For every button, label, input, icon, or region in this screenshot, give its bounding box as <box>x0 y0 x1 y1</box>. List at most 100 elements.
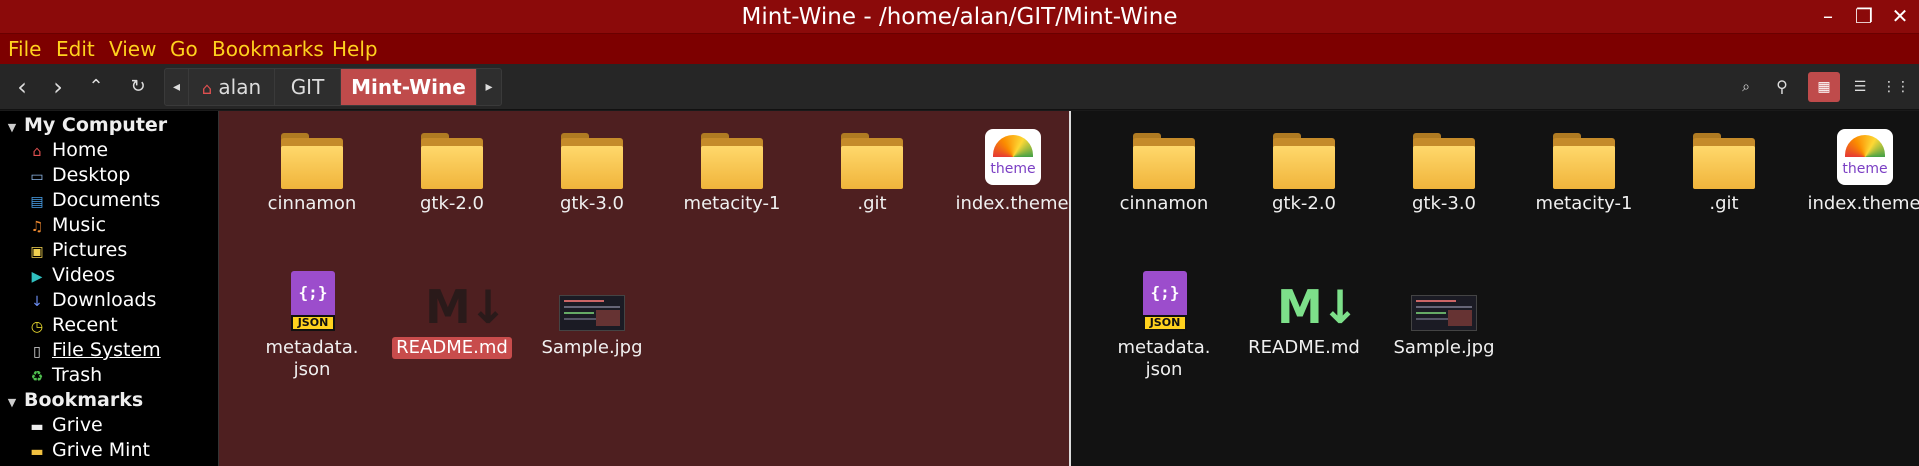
file-item[interactable]: gtk-2.0 <box>1239 127 1369 215</box>
trash-icon: ♻ <box>30 369 44 385</box>
file-name: gtk-2.0 <box>1271 193 1337 214</box>
file-item[interactable]: theme index.theme <box>947 127 1077 215</box>
menu-file[interactable]: File <box>8 34 41 64</box>
breadcrumb-prev-icon[interactable]: ◂ <box>165 69 189 105</box>
sidebar-item-file-system[interactable]: ▯ File System <box>26 338 161 363</box>
file-item[interactable]: gtk-2.0 <box>387 127 517 215</box>
sidebar-item-downloads[interactable]: ↓ Downloads <box>26 288 156 313</box>
file-manager-window: Mint-Wine - /home/alan/GIT/Mint-Wine – ❐… <box>0 0 1919 466</box>
menu-help[interactable]: Help <box>332 34 378 64</box>
sidebar-item-music[interactable]: ♫ Music <box>26 213 106 238</box>
sidebar: ▼ My Computer ⌂ Home ▭ Desktop ▤ Documents ♫ Musi… <box>0 111 219 466</box>
toggle-location-icon[interactable]: ⌕ <box>1730 72 1762 102</box>
music-icon: ♫ <box>30 219 44 235</box>
sidebar-item-grive[interactable]: ▬ Grive <box>26 413 102 438</box>
file-item[interactable]: .git <box>1659 127 1789 215</box>
menu-bookmarks[interactable]: Bookmarks <box>212 34 324 64</box>
file-name: README.md <box>392 337 512 359</box>
sidebar-item-label: Videos <box>52 264 116 286</box>
forward-icon[interactable]: › <box>42 72 74 102</box>
breadcrumb-item-alan[interactable]: ⌂ alan <box>189 69 275 105</box>
file-name: metacity-1 <box>683 193 781 214</box>
theme-file-icon: theme <box>979 127 1045 189</box>
file-item[interactable]: metacity-1 <box>667 127 797 215</box>
sidebar-item-documents[interactable]: ▤ Documents <box>26 188 160 213</box>
sidebar-item-desktop[interactable]: ▭ Desktop <box>26 163 130 188</box>
compact-view-icon[interactable]: ⋮⋮ <box>1880 72 1912 102</box>
sidebar-item-videos[interactable]: ▶ Videos <box>26 263 116 288</box>
menu-view[interactable]: View <box>109 34 156 64</box>
back-icon[interactable]: ‹ <box>6 72 38 102</box>
right-pane[interactable]: cinnamon gtk-2.0 gtk-3.0 metacity-1 .git them… <box>1071 111 1919 466</box>
sidebar-item-recent[interactable]: ◷ Recent <box>26 313 118 338</box>
folder-icon <box>839 127 905 189</box>
minimize-button[interactable]: – <box>1816 4 1840 28</box>
folder-icon <box>1411 127 1477 189</box>
close-button[interactable]: ✕ <box>1888 4 1912 28</box>
sidebar-section-my-computer[interactable]: ▼ My Computer <box>0 113 167 138</box>
videos-icon: ▶ <box>31 269 43 285</box>
toolbar: ‹ › ⌃ ↻ ◂ ⌂ alan GIT Mint-Wine ▸ ⌕ ⚲ ▦ ☰… <box>0 64 1919 110</box>
file-item[interactable]: M↓ README.md <box>1239 271 1369 359</box>
json-file-icon: {;} JSON <box>279 271 345 333</box>
sidebar-item-label: Grive Mint <box>52 439 150 461</box>
folder-icon <box>1691 127 1757 189</box>
sidebar-item-label: Home <box>52 139 109 161</box>
file-name: .git <box>1709 193 1739 214</box>
sidebar-item-grive-mint[interactable]: ▬ Grive Mint <box>26 438 150 463</box>
home-icon: ⌂ <box>32 144 42 160</box>
folder-icon: ▬ <box>30 419 44 435</box>
file-item[interactable]: M↓ README.md <box>387 271 517 359</box>
reload-icon[interactable]: ↻ <box>122 72 154 102</box>
file-name: Sample.jpg <box>541 337 643 358</box>
home-icon: ⌂ <box>201 79 213 98</box>
sidebar-item-label: Trash <box>52 364 103 386</box>
sidebar-section-bookmarks[interactable]: ▼ Bookmarks <box>0 388 143 413</box>
maximize-button[interactable]: ❐ <box>1852 4 1876 28</box>
file-item[interactable]: .git <box>807 127 937 215</box>
icon-view-icon[interactable]: ▦ <box>1808 72 1840 102</box>
desktop-icon: ▭ <box>30 169 44 185</box>
sidebar-item-home[interactable]: ⌂ Home <box>26 138 109 163</box>
sidebar-section-title: My Computer <box>24 114 168 136</box>
file-name: metacity-1 <box>1535 193 1633 214</box>
file-item[interactable]: cinnamon <box>247 127 377 215</box>
breadcrumb-item-git[interactable]: GIT <box>275 69 341 105</box>
file-item[interactable]: metacity-1 <box>1519 127 1649 215</box>
pictures-icon: ▣ <box>30 244 44 260</box>
file-item[interactable]: theme index.theme <box>1799 127 1919 215</box>
window-title: Mint-Wine - /home/alan/GIT/Mint-Wine <box>741 4 1178 30</box>
left-pane[interactable]: cinnamon gtk-2.0 gtk-3.0 metacity-1 .git them… <box>219 111 1069 466</box>
image-file-icon <box>1411 271 1477 333</box>
breadcrumb-next-icon[interactable]: ▸ <box>477 69 501 105</box>
menu-edit[interactable]: Edit <box>56 34 95 64</box>
menu-go[interactable]: Go <box>170 34 198 64</box>
downloads-icon: ↓ <box>31 294 43 310</box>
file-item[interactable]: {;} JSON metadata. json <box>1099 271 1229 381</box>
file-name: cinnamon <box>1119 193 1209 214</box>
file-name: gtk-3.0 <box>1411 193 1477 214</box>
up-icon[interactable]: ⌃ <box>80 72 112 102</box>
file-item[interactable]: {;} JSON metadata. json <box>247 271 377 381</box>
file-item[interactable]: gtk-3.0 <box>527 127 657 215</box>
expander-icon[interactable]: ▼ <box>0 115 24 140</box>
folder-icon <box>279 127 345 189</box>
breadcrumb-item-mint-wine[interactable]: Mint-Wine <box>341 69 477 105</box>
expander-icon[interactable]: ▼ <box>0 390 24 415</box>
sidebar-item-pictures[interactable]: ▣ Pictures <box>26 238 127 263</box>
file-name: cinnamon <box>267 193 357 214</box>
folder-icon <box>1271 127 1337 189</box>
file-item[interactable]: Sample.jpg <box>1379 271 1509 359</box>
search-icon[interactable]: ⚲ <box>1766 72 1798 102</box>
file-name: gtk-2.0 <box>419 193 485 214</box>
file-item[interactable]: Sample.jpg <box>527 271 657 359</box>
file-item[interactable]: cinnamon <box>1099 127 1229 215</box>
title-bar[interactable]: Mint-Wine - /home/alan/GIT/Mint-Wine – ❐… <box>0 0 1919 34</box>
sidebar-item-trash[interactable]: ♻ Trash <box>26 363 103 388</box>
file-item[interactable]: gtk-3.0 <box>1379 127 1509 215</box>
theme-file-icon: theme <box>1831 127 1897 189</box>
image-file-icon <box>559 271 625 333</box>
file-name: index.theme <box>955 193 1069 214</box>
list-view-icon[interactable]: ☰ <box>1844 72 1876 102</box>
sidebar-item-label: File System <box>52 339 161 361</box>
